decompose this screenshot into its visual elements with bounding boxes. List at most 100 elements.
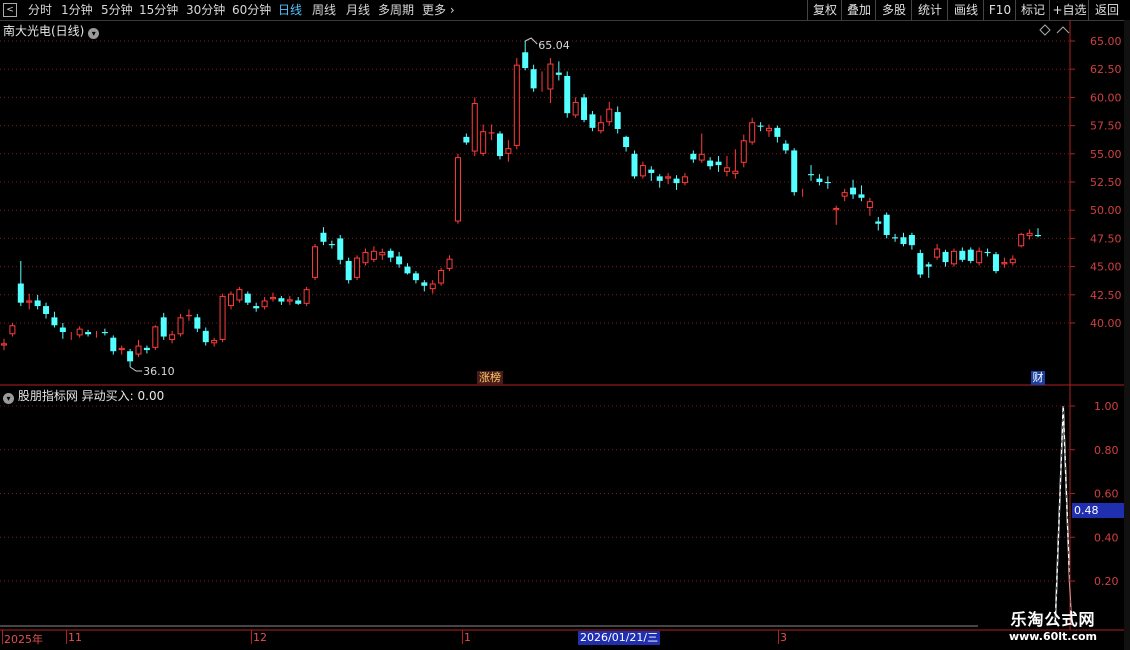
candle [850,179,857,199]
time-axis-label: 1 [464,631,471,644]
candle-body [496,133,503,157]
candle-body [1001,262,1008,265]
candle [244,291,251,305]
candle-body [934,248,941,258]
price-tick-label: 42.50 [1090,289,1122,302]
side-panel-strip [1124,20,1130,650]
indicator-grid [0,405,1070,582]
candle [917,249,924,278]
candle-body [681,176,688,184]
time-axis-tick [66,630,67,644]
candle-body [816,178,823,182]
candle [808,165,815,181]
candle-body [160,317,167,337]
candle [337,235,344,265]
candle [354,255,361,281]
high-price-label: 65.04 [538,39,570,52]
candle [421,280,428,292]
finance-badge[interactable]: 财 [1031,371,1045,385]
candle-body [354,257,361,278]
candle [43,302,50,319]
candle [656,174,663,188]
candle-body [639,165,646,177]
indicator-spike-dash [1054,405,1072,625]
candle-body [1035,235,1041,237]
price-tick-label: 47.50 [1090,232,1122,245]
candle [101,328,108,336]
candle-body [236,289,243,301]
candle [17,260,24,307]
candle [698,133,705,163]
candle-body [337,238,344,260]
candle [757,122,764,132]
candle-body [9,325,16,335]
candle [118,345,125,355]
candle-body [429,283,436,290]
candle-body [623,136,630,148]
candle [471,97,478,157]
candle [530,64,537,92]
candle [110,335,117,355]
candle-body [757,125,764,127]
candle [581,94,588,123]
chart-canvas[interactable]: 65.04 36.10 65.00 62.50 60.00 57.50 55.00 52.5… [0,0,1130,650]
candle-body [925,264,932,267]
candle [934,244,941,260]
candle-body [320,232,327,242]
candle-body [698,153,705,161]
candle [740,134,747,168]
candle [833,205,840,225]
candle [143,345,150,354]
candle [715,156,722,172]
diamond-icon [1039,24,1051,36]
candle-body [51,317,58,326]
candle-body [942,251,949,263]
candle-body [808,174,815,176]
candle [412,271,419,284]
candle-body [850,187,857,195]
candle-body [581,97,588,120]
candle [404,263,411,275]
candle [59,323,66,339]
candle [782,140,789,154]
indicator-series [1054,405,1072,625]
candle [648,166,655,181]
candle [858,185,865,202]
candle [295,297,302,305]
candle [875,216,882,231]
indicator-tick-label: 0.40 [1094,531,1119,544]
indicator-tick-label: 0.20 [1094,575,1119,588]
candle [1035,228,1041,238]
candle [480,124,487,157]
candle-body [555,72,562,75]
chevron-up-icon [1056,26,1070,34]
candle [908,232,915,250]
limit-up-rank-badge[interactable]: 涨榜 [477,371,503,385]
candle [942,249,949,267]
candle [606,101,613,126]
candle-body [665,176,672,179]
candle-body [278,298,285,302]
time-axis-tick [251,630,252,644]
time-axis-tick [2,630,3,644]
candle-body [1009,258,1016,264]
time-axis-label: 12 [253,631,267,644]
candle [345,257,352,284]
candle [513,57,520,150]
candle-body [564,75,571,114]
candle [505,140,512,162]
candle-body [202,330,209,343]
candle [1009,255,1016,266]
candle-body [286,299,293,302]
candle-body [43,306,50,314]
candle [286,295,293,305]
candle [261,297,268,310]
candle [211,337,218,347]
candle-body [589,114,596,128]
candle-body [480,131,487,154]
candle-body [984,251,991,254]
candle-body [345,260,352,281]
candle-body [606,108,613,123]
candle-body [1026,232,1033,237]
price-tick-label: 40.00 [1090,317,1122,330]
